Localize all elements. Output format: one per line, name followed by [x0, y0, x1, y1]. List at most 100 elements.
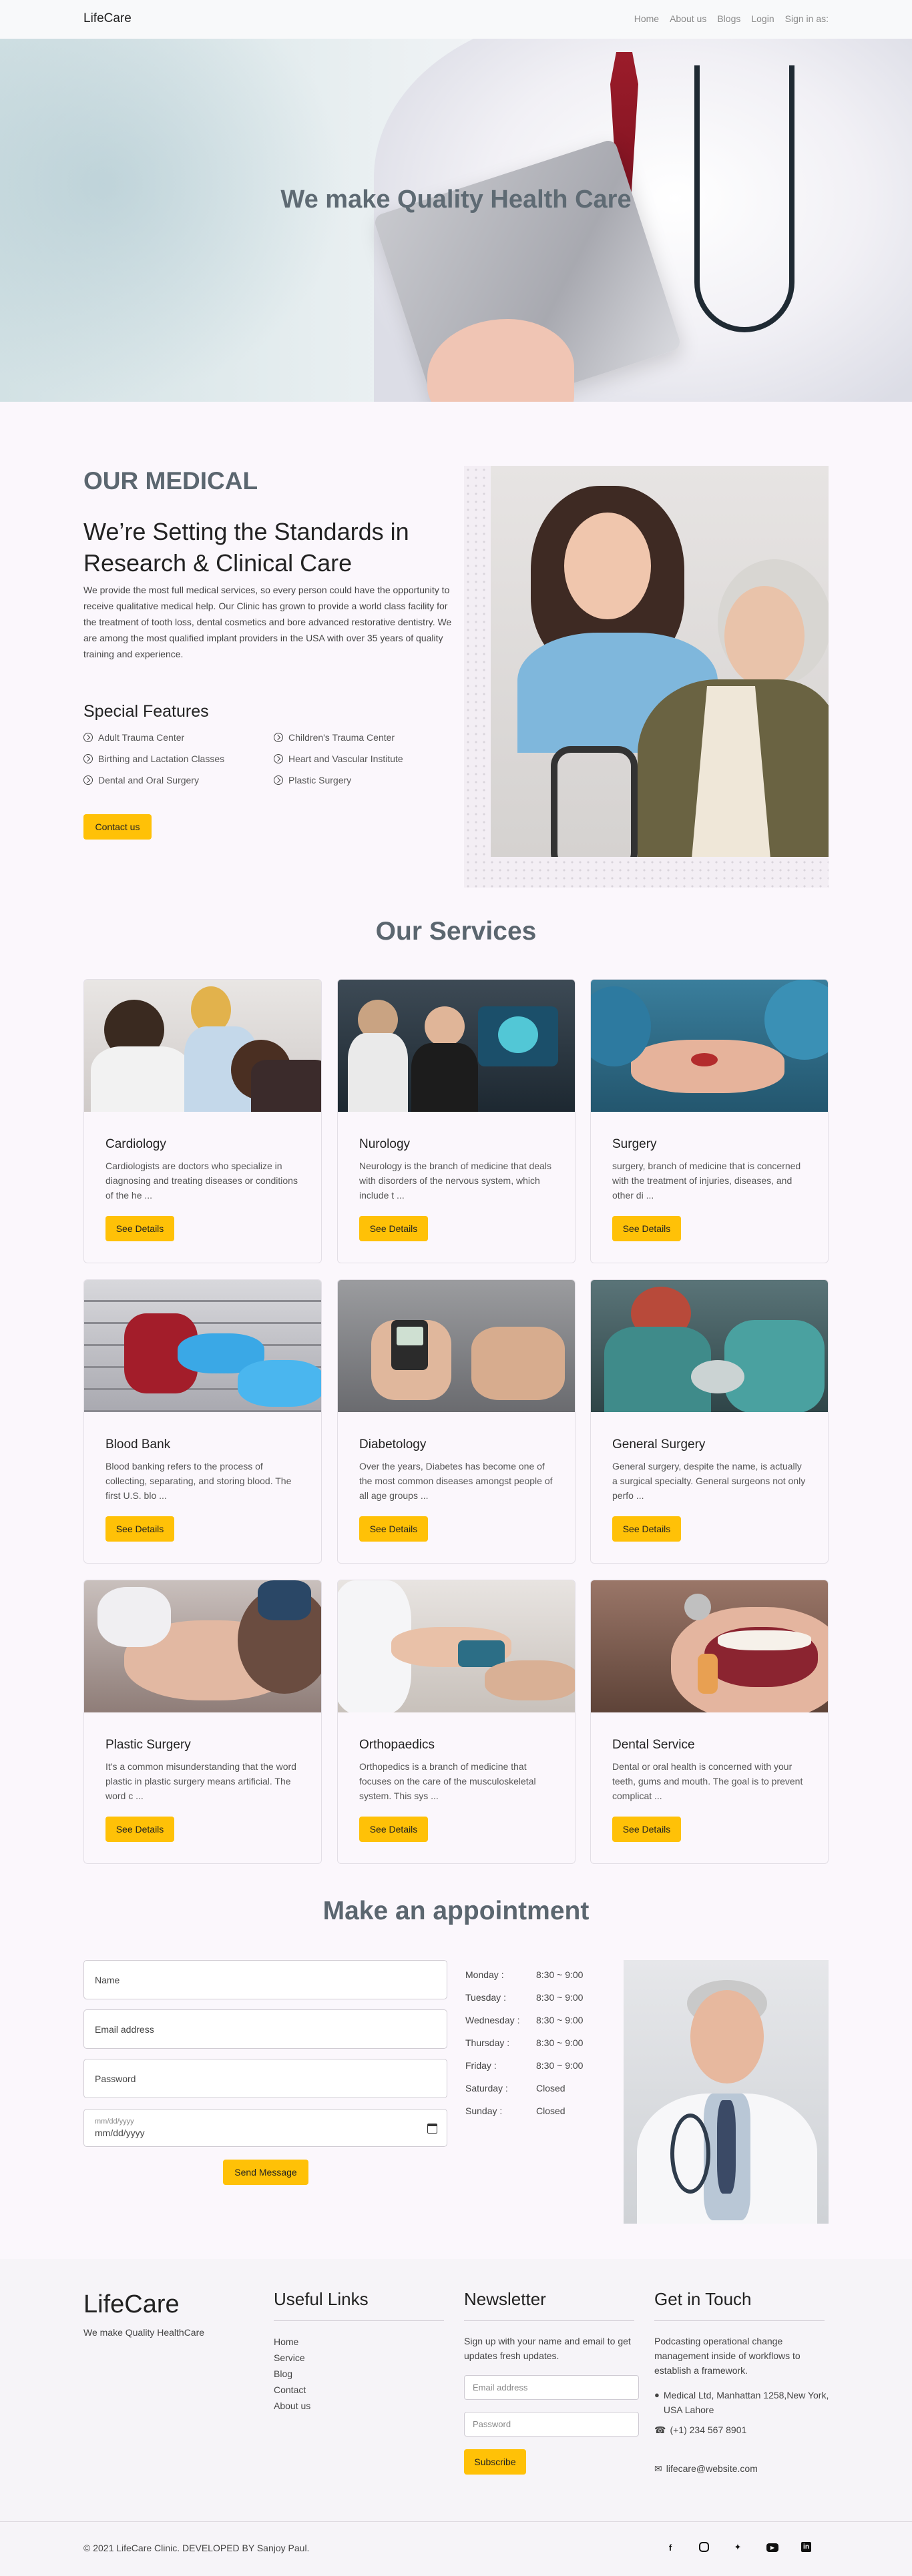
hours-time: 8:30 ~ 9:00	[536, 1969, 584, 1980]
check-circle-icon	[83, 754, 93, 763]
service-title: Diabetology	[359, 1437, 427, 1452]
hero-background	[0, 39, 347, 402]
service-description: General surgery, despite the name, is ac…	[612, 1461, 806, 1501]
see-details-button[interactable]: See Details	[105, 1216, 174, 1241]
service-card: Blood Bank Blood banking refers to the p…	[83, 1279, 322, 1564]
see-details-button[interactable]: See Details	[612, 1216, 681, 1241]
feature-item: Birthing and Lactation Classes	[83, 752, 274, 765]
see-details-button[interactable]: See Details	[612, 1817, 681, 1842]
check-circle-icon	[274, 775, 283, 785]
footer-link-blog[interactable]: Blog	[274, 2366, 310, 2382]
service-title: Dental Service	[612, 1738, 695, 1752]
see-details-button[interactable]: See Details	[359, 1817, 428, 1842]
blood-bank-image	[84, 1280, 321, 1412]
hours-time: 8:30 ~ 9:00	[536, 2015, 584, 2025]
password-input[interactable]: Password	[83, 2059, 447, 2098]
hours-row: Sunday : Closed	[465, 2100, 583, 2122]
service-title: Blood Bank	[105, 1437, 171, 1452]
footer-link-service[interactable]: Service	[274, 2350, 310, 2366]
newsletter-email-input[interactable]: Email address	[464, 2375, 639, 2400]
check-circle-icon	[274, 754, 283, 763]
hours-row: Thursday : 8:30 ~ 9:00	[465, 2031, 583, 2054]
hours-day: Saturday :	[465, 2083, 508, 2094]
divider	[464, 2320, 634, 2321]
opening-hours: Monday : 8:30 ~ 9:00 Tuesday : 8:30 ~ 9:00…	[465, 1963, 583, 2122]
nav-login-link[interactable]: Login	[751, 13, 774, 24]
feature-item: Children's Trauma Center	[274, 731, 444, 744]
see-details-button[interactable]: See Details	[105, 1817, 174, 1842]
instagram-icon[interactable]	[699, 2542, 709, 2552]
copyright: © 2021 LifeCare Clinic. DEVELOPED BY San…	[83, 2543, 310, 2553]
plastic-surgery-image	[84, 1580, 321, 1712]
hours-day: Sunday :	[465, 2106, 503, 2116]
appointment-title: Make an appointment	[322, 1897, 590, 1925]
divider	[274, 2320, 444, 2321]
see-details-button[interactable]: See Details	[359, 1216, 428, 1241]
map-marker-icon: ●	[654, 2390, 660, 2400]
contact-text: Podcasting operational change management…	[654, 2336, 801, 2376]
contact-address: ● Medical Ltd, Manhattan 1258,New York, …	[654, 2388, 831, 2417]
footer-link-contact[interactable]: Contact	[274, 2382, 310, 2398]
hours-day: Monday :	[465, 1969, 504, 1980]
nav-blogs-link[interactable]: Blogs	[717, 13, 740, 24]
nurse-patient-image	[491, 466, 829, 857]
calendar-icon[interactable]	[427, 2124, 437, 2134]
service-title: Cardiology	[105, 1137, 166, 1151]
general-surgery-image	[591, 1280, 828, 1412]
service-card: Dental Service Dental or oral health is …	[590, 1580, 829, 1864]
see-details-button[interactable]: See Details	[612, 1516, 681, 1542]
features-list: Adult Trauma Center Children's Trauma Ce…	[83, 731, 444, 787]
feature-item: Dental and Oral Surgery	[83, 773, 274, 787]
service-description: Cardiologists are doctors who specialize…	[105, 1161, 298, 1201]
subscribe-button[interactable]: Subscribe	[464, 2449, 526, 2475]
divider	[0, 2521, 912, 2522]
newsletter-text: Sign up with your name and email to get …	[464, 2336, 631, 2361]
nav-about-link[interactable]: About us	[670, 13, 706, 24]
service-title: Orthopaedics	[359, 1738, 435, 1752]
brand-logo[interactable]: LifeCare	[83, 11, 132, 26]
facebook-icon[interactable]: f	[664, 2541, 676, 2553]
linkedin-icon[interactable]: in	[801, 2542, 811, 2552]
service-description: Over the years, Diabetes has become one …	[359, 1461, 553, 1501]
contact-email: ✉ lifecare@website.com	[654, 2461, 831, 2476]
contact-us-button[interactable]: Contact us	[83, 814, 152, 840]
cardiology-image	[84, 980, 321, 1112]
see-details-button[interactable]: See Details	[105, 1516, 174, 1542]
email-text[interactable]: lifecare@website.com	[666, 2461, 758, 2476]
nav-signin-link[interactable]: Sign in as:	[785, 13, 829, 24]
hours-day: Friday :	[465, 2060, 497, 2071]
date-placeholder: mm/dd/yyyy	[95, 2118, 134, 2126]
service-card: Diabetology Over the years, Diabetes has…	[337, 1279, 576, 1564]
date-input[interactable]: mm/dd/yyyy mm/dd/yyyy	[83, 2109, 447, 2147]
hours-row: Tuesday : 8:30 ~ 9:00	[465, 1986, 583, 2009]
divider	[654, 2320, 825, 2321]
orthopaedics-image	[338, 1580, 575, 1712]
footer-link-about[interactable]: About us	[274, 2398, 310, 2414]
newsletter-password-input[interactable]: Password	[464, 2412, 639, 2437]
footer-brand[interactable]: LifeCare	[83, 2290, 180, 2319]
surgery-image	[591, 980, 828, 1112]
service-title: Surgery	[612, 1137, 657, 1151]
service-title: General Surgery	[612, 1437, 706, 1452]
useful-links: Home Service Blog Contact About us	[274, 2334, 310, 2414]
service-description: It's a common misunderstanding that the …	[105, 1761, 296, 1801]
hero-title: We make Quality Health Care	[280, 186, 632, 214]
feature-item: Heart and Vascular Institute	[274, 752, 444, 765]
send-message-button[interactable]: Send Message	[223, 2160, 308, 2185]
footer-link-home[interactable]: Home	[274, 2334, 310, 2350]
twitter-icon[interactable]: ✦	[732, 2541, 744, 2553]
nav-home-link[interactable]: Home	[634, 13, 659, 24]
youtube-icon[interactable]: ▶	[766, 2543, 778, 2552]
date-value: mm/dd/yyyy	[95, 2128, 145, 2138]
check-circle-icon	[83, 733, 93, 742]
contact-phone: ☎ (+1) 234 567 8901	[654, 2423, 831, 2437]
feature-item: Adult Trauma Center	[83, 731, 274, 744]
dental-service-image	[591, 1580, 828, 1712]
email-input[interactable]: Email address	[83, 2009, 447, 2049]
see-details-button[interactable]: See Details	[359, 1516, 428, 1542]
nav-links: Home About us Blogs Login Sign in as:	[634, 13, 829, 24]
service-description: Orthopedics is a branch of medicine that…	[359, 1761, 536, 1801]
service-title: Plastic Surgery	[105, 1738, 191, 1752]
name-input[interactable]: Name	[83, 1960, 447, 1999]
about-subheading: We’re Setting the Standards in Research …	[83, 518, 409, 577]
